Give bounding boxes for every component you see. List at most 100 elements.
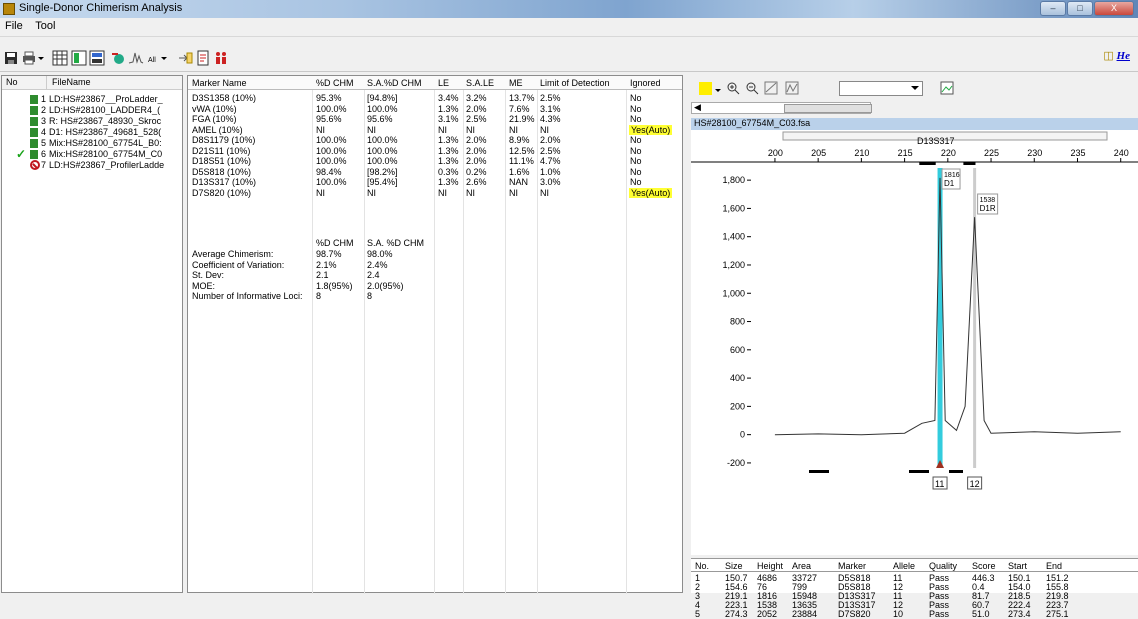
peak-row[interactable]: 4 223.1 1538 13635 D13S317 12 Pass 60.7 222.4 223… [691,600,1138,610]
zoom-in-icon[interactable] [727,82,740,95]
peak-highlight[interactable] [937,168,943,468]
peak-row[interactable]: 5 274.3 2052 23884 D7S820 10 Pass 51.0 273.4 275.… [691,609,1138,619]
close-button[interactable]: X [1094,1,1134,16]
marker-row[interactable]: D13S317 (10%) 100.0% [95.4%] 1.3% 2.6% NAN 3.0… [188,177,682,187]
file-list-item[interactable]: 7 LD:HS#23867_ProfilerLadde [2,160,182,171]
stat-cell: 8 [367,291,373,301]
horizontal-scrollbar[interactable]: ◀ [691,102,872,114]
allele-box[interactable]: 11 [932,476,948,490]
svg-text:11: 11 [935,479,944,489]
grid-icon[interactable] [52,50,68,66]
marker-cell: D18S51 (10%) [192,156,252,166]
x-tick-label: 235 [1070,148,1085,158]
file-number: 6 [41,149,47,159]
peak-column-header[interactable]: End [1046,561,1062,571]
marker-row[interactable]: D5S818 (10%) 98.4% [98.2%] 0.3% 0.2% 1.6% 1.0%… [188,167,682,177]
peak-column-header[interactable]: Marker [838,561,866,571]
file-list-item[interactable]: 2 LD:HS#28100_LADDER4_( [2,105,182,116]
column-header-dchm[interactable]: %D CHM [316,78,354,88]
marker-row[interactable]: D21S11 (10%) 100.0% 100.0% 1.3% 2.0% 12.5% 2.5… [188,146,682,156]
menu-tool[interactable]: Tool [30,19,60,33]
document-icon[interactable] [195,50,211,66]
marker-row[interactable]: AMEL (10%) NI NI NI NI NI NI Yes(Auto) [188,124,682,135]
marker-cell: 3.2% [466,93,487,103]
peak-column-header[interactable]: Area [792,561,811,571]
peak-column-header[interactable]: Score [972,561,996,571]
file-list-item[interactable]: 5 Mix:HS#28100_67754L_B0: [2,138,182,149]
file-list-item[interactable]: 3 R: HS#23867_48930_Skroc [2,116,182,127]
file-name: R: HS#23867_48930_Skroc [49,116,162,126]
column-header-le[interactable]: LE [438,78,449,88]
peak-column-header[interactable]: Allele [893,561,915,571]
marker-row[interactable]: D18S51 (10%) 100.0% 100.0% 1.3% 2.0% 11.1% 4.7… [188,156,682,166]
menu-file[interactable]: File [0,19,28,33]
chevron-down-icon[interactable] [37,50,45,66]
chart-area[interactable]: D13S31720020521021522022523023524021,800… [691,130,1138,555]
column-header-me[interactable]: ME [509,78,523,88]
marker-row[interactable]: FGA (10%) 95.6% 95.6% 3.1% 2.5% 21.9% 4.3% No [188,114,682,124]
print-icon[interactable] [21,50,37,66]
peak-column-header[interactable]: Height [757,561,783,571]
file-list-item[interactable]: 1 LD:HS#23867__ProLadder_ [2,94,182,105]
image-icon[interactable] [940,81,954,95]
column-header-sa-dchm[interactable]: S.A.%D CHM [367,78,422,88]
peak-column-header[interactable]: Size [725,561,743,571]
column-header-ignored[interactable]: Ignored [630,78,661,88]
people-icon[interactable] [213,50,229,66]
file-icon [30,95,38,104]
measure-icon[interactable] [764,81,778,95]
overlay-icon[interactable] [785,81,799,95]
peak-column-header[interactable]: No. [695,561,709,571]
scroll-left-icon[interactable]: ◀ [694,102,701,113]
marker-cell: NI [367,124,376,135]
all-icon[interactable]: All [148,50,158,66]
peak-label-1: 1816D1 [941,168,961,190]
zoom-out-icon[interactable] [746,82,759,95]
peak-cell: D7S820 [838,609,871,619]
file-list-item[interactable]: 4 D1: HS#23867_49681_528( [2,127,182,138]
column-header-marker-name[interactable]: Marker Name [192,78,247,88]
marker-row[interactable]: D8S1179 (10%) 100.0% 100.0% 1.3% 2.0% 8.9% 2.0… [188,135,682,145]
marker-row[interactable]: vWA (10%) 100.0% 100.0% 1.3% 2.0% 7.6% 3.1% No [188,104,682,114]
marker-cell: 13.7% [509,93,535,103]
color-swatch-icon[interactable] [699,82,712,95]
peak-column-header[interactable]: Quality [929,561,957,571]
column-header-no[interactable]: No [6,77,18,87]
file-name: D1: HS#23867_49681_528( [49,127,162,137]
peak-row[interactable]: 2 154.6 76 799 D5S818 12 Pass 0.4 154.0 155.8 [691,582,1138,592]
layout-icon[interactable] [71,50,87,66]
add-sample-icon[interactable] [110,50,126,66]
marker-cell: FGA (10%) [192,114,237,124]
selected-peak-marker[interactable] [936,460,945,468]
chevron-down-icon[interactable] [715,89,721,92]
marker-row[interactable]: D7S820 (10%) NI NI NI NI NI NI Yes(Auto) [188,187,682,198]
column-header-limit-detection[interactable]: Limit of Detection [540,78,610,88]
report-icon[interactable] [89,50,105,66]
peak-cell: 274.3 [725,609,748,619]
y-tick-label: 800 [730,317,745,327]
column-header-sa-le[interactable]: S.A.LE [466,78,494,88]
peak-icon[interactable] [128,50,144,66]
file-list-panel: No FileName 1 LD:HS#23867__ProLadder_ 2 LD:… [1,75,183,593]
chevron-down-icon[interactable] [160,50,168,66]
allele-box[interactable]: 12 [967,476,983,490]
svg-text:D1: D1 [944,179,955,188]
trace-line[interactable] [774,177,1121,436]
peak-row[interactable]: 1 150.7 4686 33727 D5S818 11 Pass 446.3 150.1 151… [691,573,1138,583]
peak-column-header[interactable]: Start [1008,561,1027,571]
minimize-button[interactable]: – [1040,1,1066,16]
svg-text:12: 12 [970,479,980,489]
scroll-thumb[interactable] [784,104,872,113]
electropherogram-chart[interactable]: D13S31720020521021522022523023524021,800… [691,130,1138,555]
file-list-item[interactable]: ✓ 6 Mix:HS#28100_67754M_C0 [2,149,182,160]
marker-row[interactable]: D3S1358 (10%) 95.3% [94.8%] 3.4% 3.2% 13.7% 2.… [188,93,682,103]
save-icon[interactable] [3,50,19,66]
export-icon[interactable] [177,50,193,66]
maximize-button[interactable]: □ [1067,1,1093,16]
marker-cell: 100.0% [367,156,398,166]
file-number: 5 [41,138,47,148]
sample-select[interactable] [839,81,923,96]
peak-row[interactable]: 3 219.1 1816 15948 D13S317 11 Pass 81.7 218.5 219… [691,591,1138,601]
help-link[interactable]: ◫ He [1103,49,1130,62]
column-header-filename[interactable]: FileName [52,77,91,87]
